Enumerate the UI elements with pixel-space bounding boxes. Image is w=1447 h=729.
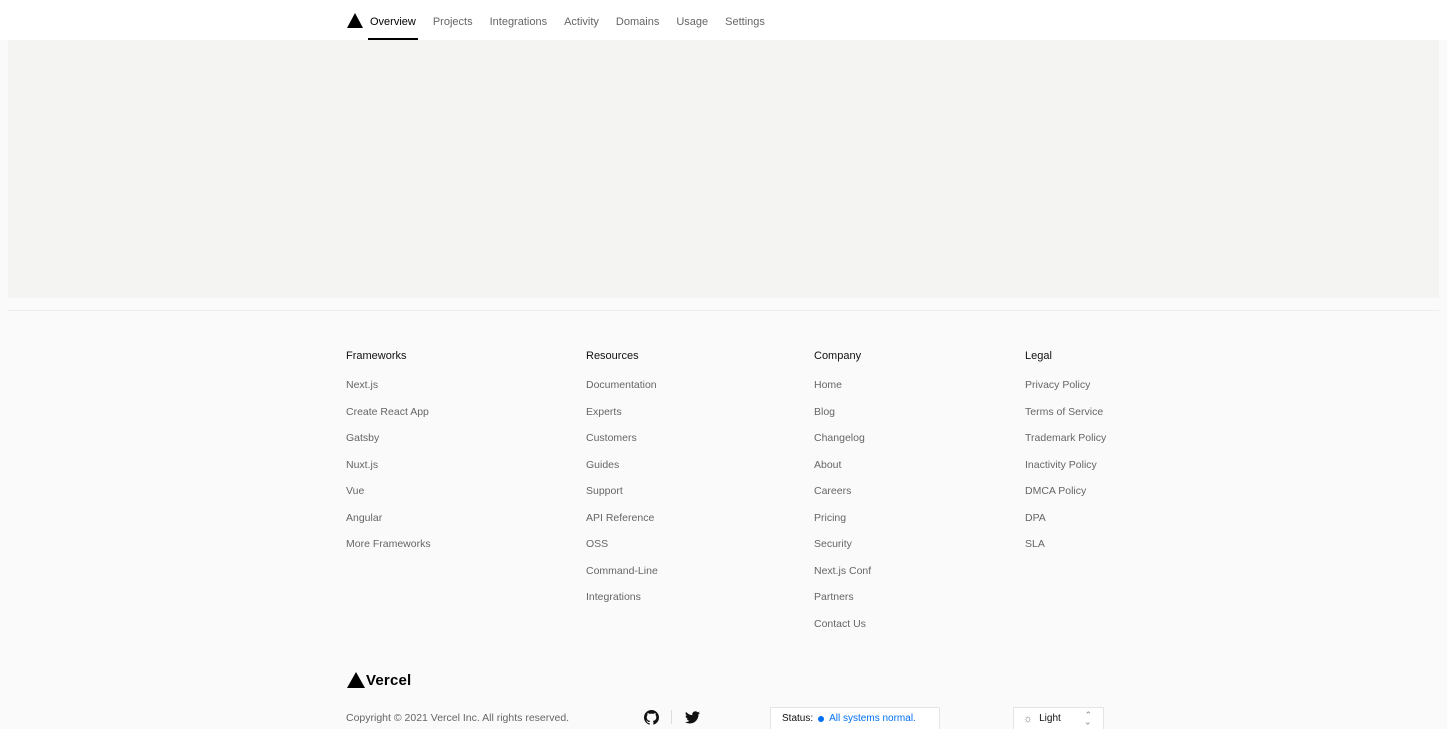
twitter-icon[interactable]: [684, 709, 700, 725]
footer-link-support[interactable]: Support: [586, 484, 658, 498]
footer-link-more-frameworks[interactable]: More Frameworks: [346, 537, 431, 551]
status-indicator[interactable]: Status: All systems normal.: [770, 707, 940, 729]
status-text: All systems normal.: [829, 713, 916, 724]
footer-link-terms-of-service[interactable]: Terms of Service: [1025, 405, 1106, 419]
footer-link-contact-us[interactable]: Contact Us: [814, 617, 871, 631]
footer-link-dmca-policy[interactable]: DMCA Policy: [1025, 484, 1106, 498]
vercel-logo-icon[interactable]: [347, 13, 363, 28]
social-divider: [671, 710, 672, 724]
footer-link-documentation[interactable]: Documentation: [586, 378, 658, 392]
tab-projects[interactable]: Projects: [433, 0, 473, 40]
footer-link-vue[interactable]: Vue: [346, 484, 431, 498]
footer-link-guides[interactable]: Guides: [586, 458, 658, 472]
top-nav: Overview Projects Integrations Activity …: [0, 0, 1447, 40]
footer-link-api-reference[interactable]: API Reference: [586, 511, 658, 525]
sun-icon: ☼: [1023, 712, 1034, 725]
footer-heading: Legal: [1025, 350, 1052, 362]
tab-activity[interactable]: Activity: [564, 0, 599, 40]
footer-divider: [8, 310, 1439, 311]
status-label: Status:: [782, 713, 814, 724]
footer-link-about[interactable]: About: [814, 458, 871, 472]
footer-link-gatsby[interactable]: Gatsby: [346, 431, 431, 445]
footer-link-security[interactable]: Security: [814, 537, 871, 551]
theme-label: Light: [1039, 713, 1061, 724]
brand-name: Vercel: [366, 671, 412, 689]
footer-link-angular[interactable]: Angular: [346, 511, 431, 525]
github-icon[interactable]: [643, 709, 659, 725]
footer-link-partners[interactable]: Partners: [814, 590, 871, 604]
footer-link-inactivity-policy[interactable]: Inactivity Policy: [1025, 458, 1106, 472]
footer-link-privacy-policy[interactable]: Privacy Policy: [1025, 378, 1106, 392]
footer-link-nuxtjs[interactable]: Nuxt.js: [346, 458, 431, 472]
footer-link-integrations[interactable]: Integrations: [586, 590, 658, 604]
copyright-text: Copyright © 2021 Vercel Inc. All rights …: [346, 712, 570, 724]
footer-link-careers[interactable]: Careers: [814, 484, 871, 498]
footer-heading: Frameworks: [346, 350, 407, 362]
footer-brand[interactable]: Vercel: [347, 670, 411, 690]
footer-link-sla[interactable]: SLA: [1025, 537, 1106, 551]
main-content: [8, 40, 1439, 298]
nav-tabs: Overview Projects Integrations Activity …: [368, 0, 782, 40]
tab-integrations[interactable]: Integrations: [490, 0, 547, 40]
footer-link-create-react-app[interactable]: Create React App: [346, 405, 431, 419]
footer-link-pricing[interactable]: Pricing: [814, 511, 871, 525]
footer-link-blog[interactable]: Blog: [814, 405, 871, 419]
footer-column-company: Company Home Blog Changelog About Career…: [814, 349, 871, 643]
footer-column-resources: Resources Documentation Experts Customer…: [586, 349, 658, 617]
footer-heading: Company: [814, 350, 862, 362]
footer-link-dpa[interactable]: DPA: [1025, 511, 1106, 525]
social-links: [643, 709, 700, 725]
footer-link-command-line[interactable]: Command-Line: [586, 564, 658, 578]
theme-select[interactable]: ☼ Light ⌃ ⌃: [1013, 707, 1104, 729]
footer-column-legal: Legal Privacy Policy Terms of Service Tr…: [1025, 349, 1106, 564]
tab-settings[interactable]: Settings: [725, 0, 765, 40]
footer-column-frameworks: Frameworks Next.js Create React App Gats…: [346, 349, 431, 564]
tab-usage[interactable]: Usage: [676, 0, 708, 40]
status-dot-icon: [818, 715, 825, 722]
footer-heading: Resources: [586, 350, 639, 362]
footer-link-nextjs-conf[interactable]: Next.js Conf: [814, 564, 871, 578]
chevron-updown-icon: ⌃ ⌃: [1084, 710, 1092, 727]
footer-link-nextjs[interactable]: Next.js: [346, 378, 431, 392]
page: Overview Projects Integrations Activity …: [0, 0, 1447, 729]
tab-domains[interactable]: Domains: [616, 0, 659, 40]
tab-overview[interactable]: Overview: [368, 0, 418, 40]
footer-link-oss[interactable]: OSS: [586, 537, 658, 551]
footer-link-changelog[interactable]: Changelog: [814, 431, 871, 445]
footer-link-customers[interactable]: Customers: [586, 431, 658, 445]
footer-link-experts[interactable]: Experts: [586, 405, 658, 419]
vercel-triangle-icon: [347, 672, 365, 688]
footer-link-trademark-policy[interactable]: Trademark Policy: [1025, 431, 1106, 445]
footer-link-home[interactable]: Home: [814, 378, 871, 392]
